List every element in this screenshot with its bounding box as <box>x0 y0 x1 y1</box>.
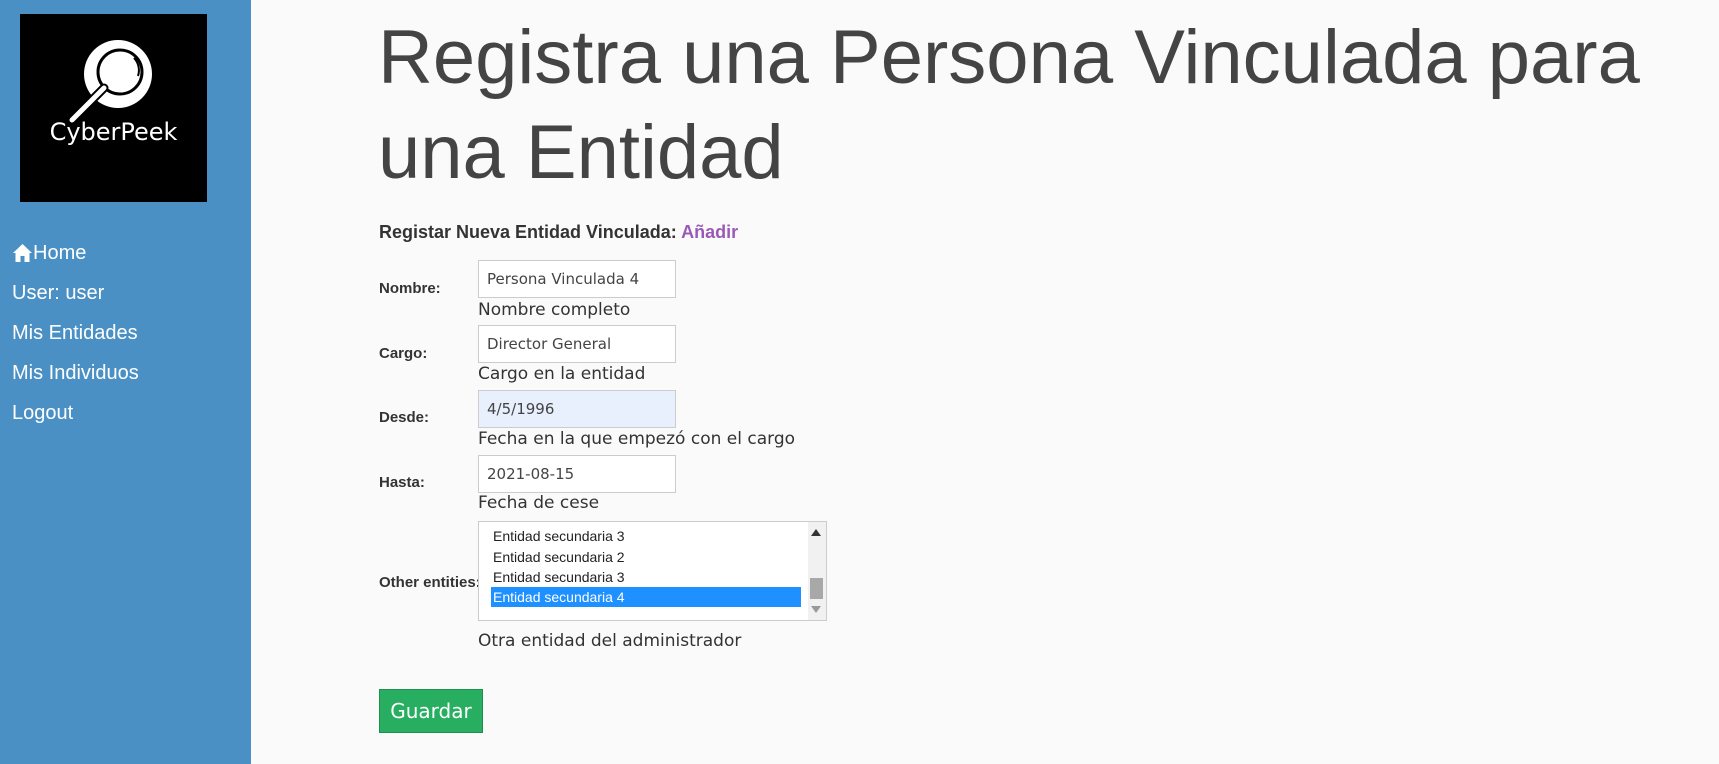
logo-text: CyberPeek <box>49 118 178 146</box>
scroll-up-icon[interactable] <box>811 529 821 536</box>
sidebar-item-label: Home <box>33 242 87 264</box>
cargo-input[interactable] <box>478 325 676 363</box>
other-entities-label: Other entities: <box>379 574 481 591</box>
select-option[interactable]: Entidad secundaria 2 <box>491 547 801 567</box>
subheading: Registar Nueva Entidad Vinculada: Añadir <box>379 222 738 243</box>
cargo-label: Cargo: <box>379 345 428 362</box>
hasta-input[interactable] <box>478 455 676 493</box>
hasta-hint: Fecha de cese <box>478 493 600 513</box>
hasta-label: Hasta: <box>379 474 425 491</box>
select-option[interactable]: Entidad secundaria 3 <box>491 526 801 546</box>
sidebar: CyberPeek Home User: user Mis Entidades … <box>0 0 251 764</box>
sidebar-item-label: Mis Entidades <box>12 322 138 344</box>
sidebar-item-logout[interactable]: Logout <box>12 400 139 440</box>
logo[interactable]: CyberPeek <box>20 14 207 202</box>
sidebar-item-home[interactable]: Home <box>12 240 139 280</box>
page-title: Registra una Persona Vinculada para una … <box>378 10 1719 200</box>
listbox-scrollbar[interactable] <box>808 522 826 620</box>
desde-input[interactable] <box>478 390 676 428</box>
cargo-hint: Cargo en la entidad <box>478 364 646 384</box>
home-icon <box>13 244 32 262</box>
select-option[interactable]: Entidad secundaria 3 <box>491 567 801 587</box>
subheading-label: Registar Nueva Entidad Vinculada: <box>379 222 677 242</box>
add-link[interactable]: Añadir <box>681 222 738 242</box>
sidebar-item-mis-individuos[interactable]: Mis Individuos <box>12 360 139 400</box>
sidebar-item-label: User: user <box>12 282 105 304</box>
sidebar-item-label: Mis Individuos <box>12 362 139 384</box>
desde-hint: Fecha en la que empezó con el cargo <box>478 429 796 449</box>
magnifier-icon <box>68 40 152 125</box>
scroll-down-icon[interactable] <box>811 606 821 613</box>
save-button[interactable]: Guardar <box>379 689 483 733</box>
page-title-text: Registra una Persona Vinculada para una … <box>378 15 1640 195</box>
desde-label: Desde: <box>379 409 430 426</box>
sidebar-nav: Home User: user Mis Entidades Mis Indivi… <box>12 240 139 440</box>
other-entities-select[interactable]: Entidad secundaria 3 Entidad secundaria … <box>478 521 827 621</box>
sidebar-item-mis-entidades[interactable]: Mis Entidades <box>12 320 139 360</box>
select-option-selected[interactable]: Entidad secundaria 4 <box>491 587 801 607</box>
scroll-thumb[interactable] <box>810 578 823 599</box>
nombre-hint: Nombre completo <box>478 300 631 320</box>
sidebar-item-label: Logout <box>12 402 74 424</box>
nombre-label: Nombre: <box>379 280 441 297</box>
nombre-input[interactable] <box>478 260 676 298</box>
sidebar-item-user[interactable]: User: user <box>12 280 139 320</box>
other-entities-hint: Otra entidad del administrador <box>478 631 742 651</box>
